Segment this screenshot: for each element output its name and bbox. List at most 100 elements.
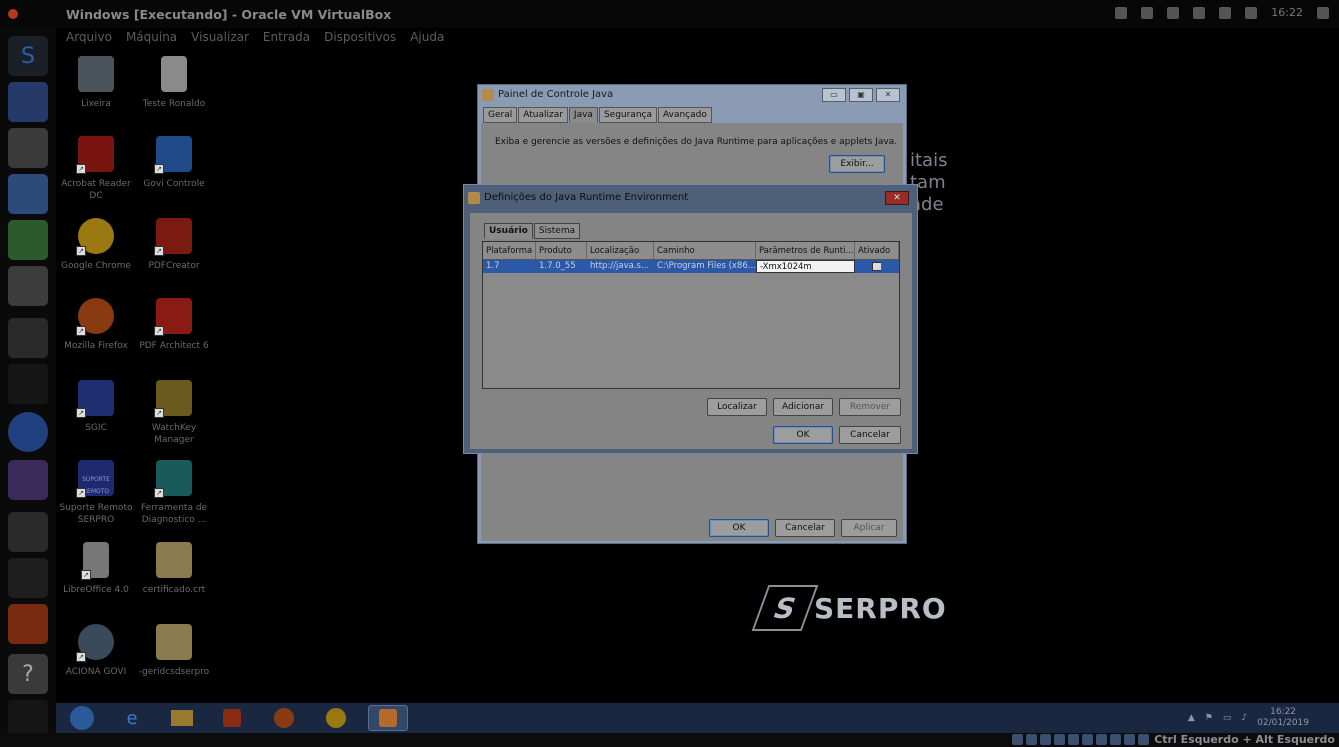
launcher-workspace-icon[interactable] xyxy=(8,364,48,404)
column-produto[interactable]: Produto xyxy=(536,242,587,259)
taskbar-clock[interactable]: 16:22 02/01/2019 xyxy=(1257,707,1309,729)
hdd-icon[interactable] xyxy=(1012,734,1023,745)
cpu-icon[interactable] xyxy=(1124,734,1135,745)
launcher-app-icon[interactable] xyxy=(8,82,48,122)
launcher-help-icon[interactable]: ? xyxy=(8,654,48,694)
ok-button[interactable]: OK xyxy=(709,519,769,537)
dropbox-icon[interactable] xyxy=(1167,6,1180,19)
tab-avancado[interactable]: Avançado xyxy=(658,107,712,123)
tab-java[interactable]: Java xyxy=(568,107,598,123)
remove-button[interactable]: Remover xyxy=(839,398,901,416)
tab-seguranca[interactable]: Segurança xyxy=(598,107,657,123)
desktop-icon-teste-ronaldo[interactable]: Teste Ronaldo xyxy=(134,56,214,110)
jre-settings-titlebar[interactable]: Definições do Java Runtime Environment ✕ xyxy=(464,185,917,211)
launcher-virtualbox-icon[interactable] xyxy=(8,558,48,598)
close-window-button[interactable] xyxy=(8,9,18,19)
launcher-calculator-icon[interactable] xyxy=(8,512,48,552)
network-icon[interactable]: ▭ xyxy=(1223,713,1232,723)
find-button[interactable]: Localizar xyxy=(707,398,767,416)
mail-icon[interactable] xyxy=(1219,6,1232,19)
menu-arquivo[interactable]: Arquivo xyxy=(66,30,112,44)
optical-drive-icon[interactable] xyxy=(1026,734,1037,745)
menu-ajuda[interactable]: Ajuda xyxy=(410,30,444,44)
launcher-windows-icon[interactable] xyxy=(8,412,48,452)
java-control-panel-titlebar[interactable]: Painel de Controle Java ▭ ▣ ✕ xyxy=(478,85,906,105)
desktop-icon-watchkey[interactable]: ↗ WatchKey Manager xyxy=(134,380,214,446)
mouse-integration-icon[interactable] xyxy=(1138,734,1149,745)
tab-atualizar[interactable]: Atualizar xyxy=(518,107,568,123)
taskbar-java-icon[interactable] xyxy=(368,705,408,731)
launcher-files-icon[interactable] xyxy=(8,128,48,168)
desktop-icon-geridcsdserpro[interactable]: -geridcsdserpro xyxy=(134,624,214,678)
host-clock[interactable]: 16:22 xyxy=(1271,6,1303,19)
desktop-icon-suporte-remoto[interactable]: SUPORTE REMOTO ↗ Suporte Remoto SERPRO xyxy=(56,460,136,526)
volume-icon[interactable] xyxy=(1245,6,1258,19)
desktop-icon-pdf-architect[interactable]: ↗ PDF Architect 6 xyxy=(134,298,214,352)
launcher-writer-icon[interactable] xyxy=(8,174,48,214)
enabled-checkbox[interactable]: ✓ xyxy=(872,262,881,271)
menu-entrada[interactable]: Entrada xyxy=(263,30,310,44)
maximize-button[interactable]: ▣ xyxy=(849,88,873,102)
shared-folder-icon[interactable] xyxy=(1082,734,1093,745)
runtime-params-input[interactable]: -Xmx1024m xyxy=(756,260,855,273)
tab-geral[interactable]: Geral xyxy=(483,107,518,123)
column-plataforma[interactable]: Plataforma xyxy=(483,242,536,259)
display-icon[interactable] xyxy=(1096,734,1107,745)
cell-caminho[interactable]: C:\Program Files (x86... xyxy=(654,260,756,273)
launcher-drive-icon[interactable] xyxy=(8,318,48,358)
power-icon[interactable] xyxy=(1317,6,1329,19)
audio-icon[interactable] xyxy=(1040,734,1051,745)
apply-button[interactable]: Aplicar xyxy=(841,519,897,537)
start-button[interactable] xyxy=(62,705,102,731)
chevron-up-icon[interactable]: ▲ xyxy=(1188,713,1195,723)
launcher-settings-icon[interactable] xyxy=(8,266,48,306)
desktop-icon-sgic[interactable]: ↗ SGIC xyxy=(56,380,136,434)
cell-localizacao[interactable]: http://java.s... xyxy=(587,260,654,273)
desktop-icon-aciona-govi[interactable]: ↗ ACIONA GOVI xyxy=(56,624,136,678)
column-ativado[interactable]: Ativado xyxy=(855,242,899,259)
view-button[interactable]: Exibir... xyxy=(829,155,885,173)
menu-dispositivos[interactable]: Dispositivos xyxy=(324,30,396,44)
cancel-button[interactable]: Cancelar xyxy=(839,426,901,444)
cell-produto[interactable]: 1.7.0_55 xyxy=(536,260,587,273)
taskbar-media-player-icon[interactable] xyxy=(212,705,252,731)
launcher-serpro-icon[interactable]: S xyxy=(8,36,48,76)
minimize-button[interactable]: ▭ xyxy=(822,88,846,102)
desktop-icon-diagnostico[interactable]: ↗ Ferramenta de Diagnostico ... xyxy=(134,460,214,526)
cell-plataforma[interactable]: 1.7 xyxy=(483,260,536,273)
add-button[interactable]: Adicionar xyxy=(773,398,833,416)
tab-usuario[interactable]: Usuário xyxy=(484,223,533,239)
taskbar-ie-icon[interactable]: e xyxy=(112,705,152,731)
close-button[interactable]: ✕ xyxy=(876,88,900,102)
chat-icon[interactable] xyxy=(1141,6,1154,19)
table-row[interactable]: 1.7 1.7.0_55 http://java.s... C:\Program… xyxy=(483,260,899,273)
desktop-icon-firefox[interactable]: ↗ Mozilla Firefox xyxy=(56,298,136,352)
desktop-icon-pdfcreator[interactable]: ↗ PDFCreator xyxy=(134,218,214,272)
taskbar-chrome-icon[interactable] xyxy=(316,705,356,731)
menu-visualizar[interactable]: Visualizar xyxy=(191,30,249,44)
network-icon[interactable] xyxy=(1193,6,1206,19)
launcher-firefox-icon[interactable] xyxy=(8,604,48,644)
tab-sistema[interactable]: Sistema xyxy=(533,223,581,239)
menu-maquina[interactable]: Máquina xyxy=(126,30,177,44)
recording-icon[interactable] xyxy=(1110,734,1121,745)
desktop-icon-acrobat[interactable]: ↗ Acrobat Reader DC xyxy=(56,136,136,202)
taskbar-firefox-icon[interactable] xyxy=(264,705,304,731)
flag-icon[interactable]: ⚑ xyxy=(1205,713,1213,723)
desktop-icon-lixeira[interactable]: Lixeira xyxy=(56,56,136,110)
desktop-icon-govi[interactable]: ↗ Govi Controle xyxy=(134,136,214,190)
keyboard-icon[interactable] xyxy=(1115,6,1128,19)
column-localizacao[interactable]: Localização xyxy=(587,242,654,259)
ok-button[interactable]: OK xyxy=(773,426,833,444)
desktop-icon-certificado[interactable]: certificado.crt xyxy=(134,542,214,596)
launcher-pidgin-icon[interactable] xyxy=(8,460,48,500)
usb-icon[interactable] xyxy=(1068,734,1079,745)
close-button[interactable]: ✕ xyxy=(885,191,909,205)
network-icon[interactable] xyxy=(1054,734,1065,745)
taskbar-explorer-icon[interactable] xyxy=(162,705,202,731)
desktop-icon-chrome[interactable]: ↗ Google Chrome xyxy=(56,218,136,272)
column-parametros[interactable]: Parâmetros de Runti... xyxy=(756,242,855,259)
desktop-icon-libreoffice[interactable]: ↗ LibreOffice 4.0 xyxy=(56,542,136,596)
column-caminho[interactable]: Caminho xyxy=(654,242,756,259)
volume-icon[interactable]: ♪ xyxy=(1241,713,1247,723)
